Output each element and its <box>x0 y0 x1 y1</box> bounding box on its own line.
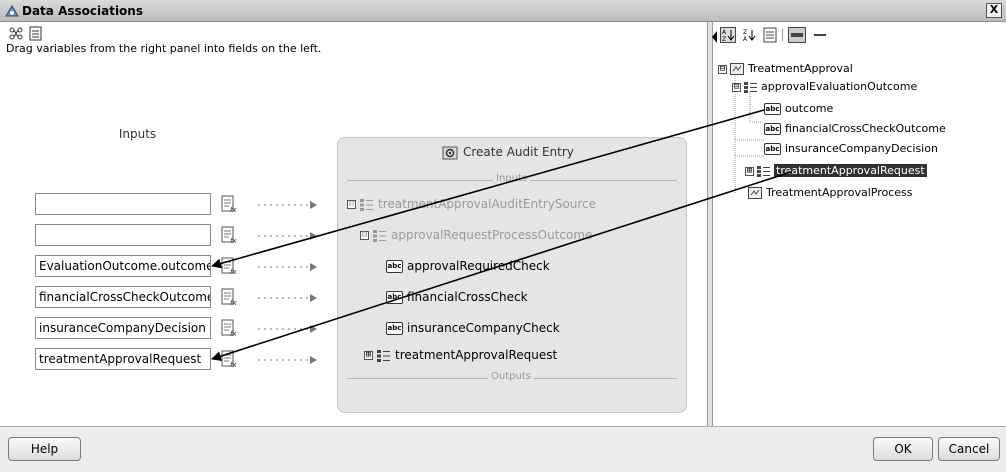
audit-activity-title: Create Audit Entry <box>442 145 574 163</box>
structure-icon <box>757 165 770 177</box>
string-type-icon: abc <box>386 260 403 273</box>
mapping-field[interactable]: insuranceCompanyDecision <box>35 317 211 339</box>
close-button[interactable]: X <box>986 3 1002 18</box>
mapping-arrow-icon <box>258 263 317 271</box>
tree-node-label: financialCrossCheckOutcome <box>785 122 946 135</box>
gear-icon <box>442 146 458 159</box>
process-icon <box>748 187 762 199</box>
audit-node[interactable]: ⊟ approvalRequestProcessOutcome <box>360 226 592 244</box>
button-bar <box>0 426 1006 472</box>
mapping-field[interactable] <box>35 224 211 246</box>
string-type-icon: abc <box>764 123 781 135</box>
expression-builder-icon[interactable]: fx <box>220 257 238 275</box>
inputs-separator-label: Inputs <box>493 173 531 184</box>
ok-button[interactable]: OK <box>873 437 933 461</box>
mapping-field[interactable]: EvaluationOutcome.outcome <box>35 255 211 277</box>
tree-node[interactable]: TreatmentApprovalProcess <box>748 185 913 201</box>
audit-node-label: treatmentApprovalAuditEntrySource <box>378 197 597 211</box>
cancel-button[interactable]: Cancel <box>938 437 1000 461</box>
audit-node-label: insuranceCompanyCheck <box>407 321 560 335</box>
window-title: Data Associations <box>22 4 143 18</box>
structure-icon <box>744 81 757 93</box>
data-associations-icon <box>5 5 19 17</box>
audit-node[interactable]: ⊟ treatmentApprovalAuditEntrySource <box>347 195 596 213</box>
tree-node[interactable]: ⊟ approvalEvaluationOutcome <box>732 79 917 95</box>
mapping-arrow-icon <box>258 356 317 364</box>
structure-icon <box>373 229 386 242</box>
structure-icon <box>377 349 390 362</box>
audit-node-label: financialCrossCheck <box>407 290 528 304</box>
mapping-field[interactable] <box>35 193 211 215</box>
svg-text:fx: fx <box>230 299 237 306</box>
structure-icon <box>360 198 373 211</box>
collapse-icon[interactable]: ⊟ <box>347 200 356 209</box>
audit-node[interactable]: ⊞ treatmentApprovalRequest <box>364 346 557 364</box>
expand-icon[interactable]: ⊞ <box>364 351 373 360</box>
audit-node[interactable]: abc approvalRequiredCheck <box>386 257 550 275</box>
mapping-arrow-icon <box>258 325 317 333</box>
tree-node[interactable]: ⊟ TreatmentApproval <box>718 61 853 77</box>
mapping-field[interactable]: financialCrossCheckOutcome <box>35 286 211 308</box>
tree-node-label: insuranceCompanyDecision <box>785 142 938 155</box>
string-type-icon: abc <box>764 143 781 155</box>
process-icon <box>730 63 744 75</box>
svg-text:fx: fx <box>230 268 237 275</box>
svg-text:fx: fx <box>230 206 237 213</box>
audit-node-label: approvalRequiredCheck <box>407 259 550 273</box>
help-button[interactable]: Help <box>8 437 81 461</box>
string-type-icon: abc <box>386 322 403 335</box>
mapping-arrow-icon <box>258 201 317 209</box>
expression-builder-icon[interactable]: fx <box>220 195 238 213</box>
tree-node[interactable]: abc financialCrossCheckOutcome <box>764 121 946 137</box>
expression-builder-icon[interactable]: fx <box>220 288 238 306</box>
audit-node[interactable]: abc financialCrossCheck <box>386 288 528 306</box>
expression-builder-icon[interactable]: fx <box>220 350 238 368</box>
collapse-icon[interactable]: ⊟ <box>732 82 741 92</box>
string-type-icon: abc <box>386 291 403 304</box>
mapping-field[interactable]: treatmentApprovalRequest <box>35 348 211 370</box>
string-type-icon: abc <box>764 103 781 115</box>
title-bar: Data Associations X <box>0 0 1006 22</box>
audit-node-label: approvalRequestProcessOutcome <box>391 228 593 242</box>
expression-builder-icon[interactable]: fx <box>220 226 238 244</box>
svg-text:fx: fx <box>230 361 237 368</box>
outputs-separator-label: Outputs <box>488 371 534 382</box>
tree-node-label: treatmentApprovalRequest <box>774 164 927 177</box>
audit-activity-label: Create Audit Entry <box>463 145 574 159</box>
tree-node-label: outcome <box>785 102 834 115</box>
collapse-icon[interactable]: ⊟ <box>360 231 369 240</box>
tree-node-label: approvalEvaluationOutcome <box>761 80 918 93</box>
mapping-arrow-icon <box>258 232 317 240</box>
tree-node-label: TreatmentApprovalProcess <box>766 186 913 199</box>
audit-node[interactable]: abc insuranceCompanyCheck <box>386 319 560 337</box>
inputs-heading: Inputs <box>118 127 157 141</box>
connect-icon[interactable] <box>8 25 24 41</box>
tree-node[interactable]: abc outcome <box>764 101 833 117</box>
expand-icon[interactable]: ⊞ <box>745 166 754 176</box>
audit-node-label: treatmentApprovalRequest <box>395 348 558 362</box>
tree-node[interactable]: abc insuranceCompanyDecision <box>764 141 938 157</box>
svg-text:fx: fx <box>230 330 237 337</box>
tree-node[interactable]: ⊞ treatmentApprovalRequest <box>745 163 927 179</box>
expression-builder-icon[interactable]: fx <box>220 319 238 337</box>
svg-text:fx: fx <box>230 237 237 244</box>
tree-node-label: TreatmentApproval <box>748 62 853 75</box>
instruction-text: Drag variables from the right panel into… <box>6 42 322 55</box>
collapse-icon[interactable]: ⊟ <box>718 64 727 74</box>
mapping-arrow-icon <box>258 294 317 302</box>
document-icon[interactable] <box>28 25 44 41</box>
